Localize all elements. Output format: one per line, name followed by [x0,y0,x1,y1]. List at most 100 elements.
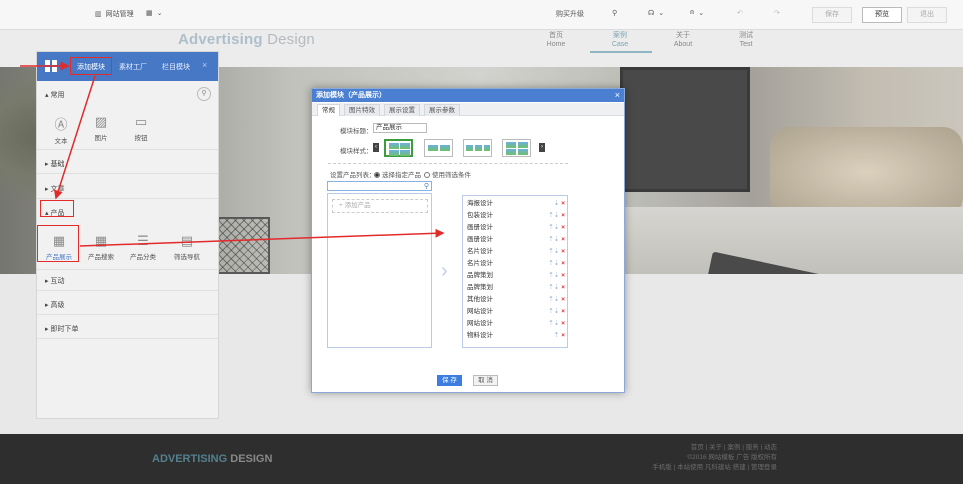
redo-icon[interactable]: ↷ [774,9,780,17]
delete-icon[interactable]: × [561,332,565,339]
arrow-down-icon[interactable]: ⇣ [554,224,559,231]
preview-button[interactable]: 预览 [862,7,902,23]
tab-column-module[interactable]: 栏目模块 [162,62,190,72]
list-item[interactable]: 包装设计 ⇡⇣ × [467,210,565,222]
chevron-right-icon[interactable]: › [441,261,448,281]
tab-display-params[interactable]: 展示参数 [424,104,460,116]
style-option-1[interactable] [384,139,413,157]
text-icon: Ⓐ [54,117,68,132]
module-product-category[interactable]: ☰ 产品分类 [125,233,161,261]
tab-material-factory[interactable]: 素材工厂 [119,62,147,72]
account-menu-button[interactable]: ⍝ ⌄ [690,9,704,17]
arrow-down-icon[interactable]: ⇣ [554,236,559,243]
style-option-2[interactable] [424,139,453,157]
search-icon[interactable]: ⚲ [424,182,429,191]
section-interact[interactable]: ▸ 互动 [45,276,64,286]
list-item[interactable]: 海报设计 ⇣ × [467,198,565,210]
chevron-right-icon[interactable]: › [539,143,545,152]
list-item[interactable]: 品牌策划 ⇡⇣ × [467,270,565,282]
admin-toolbar: ▥ 网站管理 ▦ ⌄ 购买升级 ⚲ ☊ ⌄ ⍝ ⌄ ↶ ↷ 保存 预览 退出 [0,0,963,30]
module-title-input[interactable]: 产品展示 [373,123,427,133]
exit-button[interactable]: 退出 [907,7,947,23]
arrow-down-icon[interactable]: ⇣ [554,260,559,267]
section-basic[interactable]: ▸ 基础 [45,159,64,169]
list-item[interactable]: 画册设计 ⇡⇣ × [467,222,565,234]
arrow-down-icon[interactable]: ⇣ [554,248,559,255]
chevron-left-icon[interactable]: ‹ [373,143,379,152]
section-advanced[interactable]: ▸ 高级 [45,300,64,310]
arrow-down-icon[interactable]: ⇣ [554,308,559,315]
save-button[interactable]: 保存 [812,7,852,23]
module-grid-icon[interactable] [45,60,57,72]
radio-icon [374,172,380,178]
search-icon[interactable]: ⚲ [197,87,211,101]
undo-icon[interactable]: ↶ [737,9,743,17]
arrow-down-icon[interactable]: ⇣ [554,284,559,291]
search-icon[interactable]: ⚲ [612,9,617,17]
delete-icon[interactable]: × [561,272,565,279]
buy-upgrade-link[interactable]: 购买升级 [556,9,584,19]
section-article[interactable]: ▸ 文章 [45,184,64,194]
arrow-down-icon[interactable]: ⇣ [554,212,559,219]
add-product-button[interactable]: + 添加产品 [332,199,428,213]
available-products-list: + 添加产品 [327,193,432,348]
site-logo[interactable]: Advertising Design [178,31,315,48]
apps-menu-button[interactable]: ▦ ⌄ [146,9,163,17]
module-button[interactable]: ▭ 按钮 [123,114,159,142]
style-option-3[interactable] [463,139,492,157]
list-item[interactable]: 画册设计 ⇡⇣ × [467,234,565,246]
list-item[interactable]: 网站设计 ⇡⇣ × [467,318,565,330]
delete-icon[interactable]: × [561,320,565,327]
dialog-tabs: 常规 图片特效 展示设置 展示参数 [312,103,624,116]
style-option-4[interactable] [502,139,531,157]
delete-icon[interactable]: × [561,248,565,255]
arrow-down-icon[interactable]: ⇣ [554,320,559,327]
delete-icon[interactable]: × [561,212,565,219]
arrow-up-icon[interactable]: ⇡ [554,332,559,339]
list-item[interactable]: 网站设计 ⇡⇣ × [467,306,565,318]
section-common[interactable]: ▴ 常用 [45,90,64,100]
headset-icon: ☊ [648,10,655,17]
site-manage-button[interactable]: ▥ 网站管理 [95,9,134,19]
close-icon[interactable]: × [615,89,620,102]
nav-test[interactable]: 测试 Test [726,31,766,49]
list-item[interactable]: 其他设计 ⇡⇣ × [467,294,565,306]
delete-icon[interactable]: × [561,308,565,315]
delete-icon[interactable]: × [561,236,565,243]
tab-image-effects[interactable]: 图片特效 [344,104,380,116]
delete-icon[interactable]: × [561,224,565,231]
nav-home[interactable]: 首页 Home [536,31,576,49]
product-search-icon: ▦ [94,233,108,248]
radio-select-products[interactable]: 选择指定产品 [374,169,421,179]
delete-icon[interactable]: × [561,260,565,267]
tab-general[interactable]: 常规 [317,104,340,116]
list-item[interactable]: 品牌策划 ⇡⇣ × [467,282,565,294]
nav-case[interactable]: 案例 Case [600,31,640,49]
arrow-down-icon[interactable]: ⇣ [554,272,559,279]
section-download[interactable]: ▸ 即时下单 [45,324,78,334]
module-text[interactable]: Ⓐ 文本 [43,114,79,145]
close-icon[interactable]: × [202,60,207,70]
radio-filter-condition[interactable]: 使用筛选条件 [424,169,471,179]
module-filter-nav[interactable]: ▤ 筛选导航 [169,233,205,261]
module-image[interactable]: ▨ 图片 [83,114,119,142]
delete-icon[interactable]: × [561,200,565,207]
module-title-label: 模块标题： [340,128,373,135]
delete-icon[interactable]: × [561,296,565,303]
support-menu-button[interactable]: ☊ ⌄ [648,9,664,17]
product-search-input[interactable]: ⚲ [327,181,432,191]
module-product-search[interactable]: ▦ 产品搜索 [83,233,119,261]
delete-icon[interactable]: × [561,284,565,291]
annotation-box-product-display [37,225,79,262]
nav-about[interactable]: 关于 About [663,31,703,49]
arrow-down-icon[interactable]: ⇣ [554,296,559,303]
list-item[interactable]: 名片设计 ⇡⇣ × [467,258,565,270]
tab-display-settings[interactable]: 展示设置 [384,104,420,116]
module-panel-header: 添加模块 素材工厂 栏目模块 × [37,52,218,81]
dialog-cancel-button[interactable]: 取 消 [473,375,498,386]
product-list-label: 设置产品列表： [330,172,376,179]
arrow-down-icon[interactable]: ⇣ [554,200,559,207]
list-item[interactable]: 名片设计 ⇡⇣ × [467,246,565,258]
dialog-save-button[interactable]: 保 存 [437,375,462,386]
list-item[interactable]: 物料设计 ⇡ × [467,330,565,342]
